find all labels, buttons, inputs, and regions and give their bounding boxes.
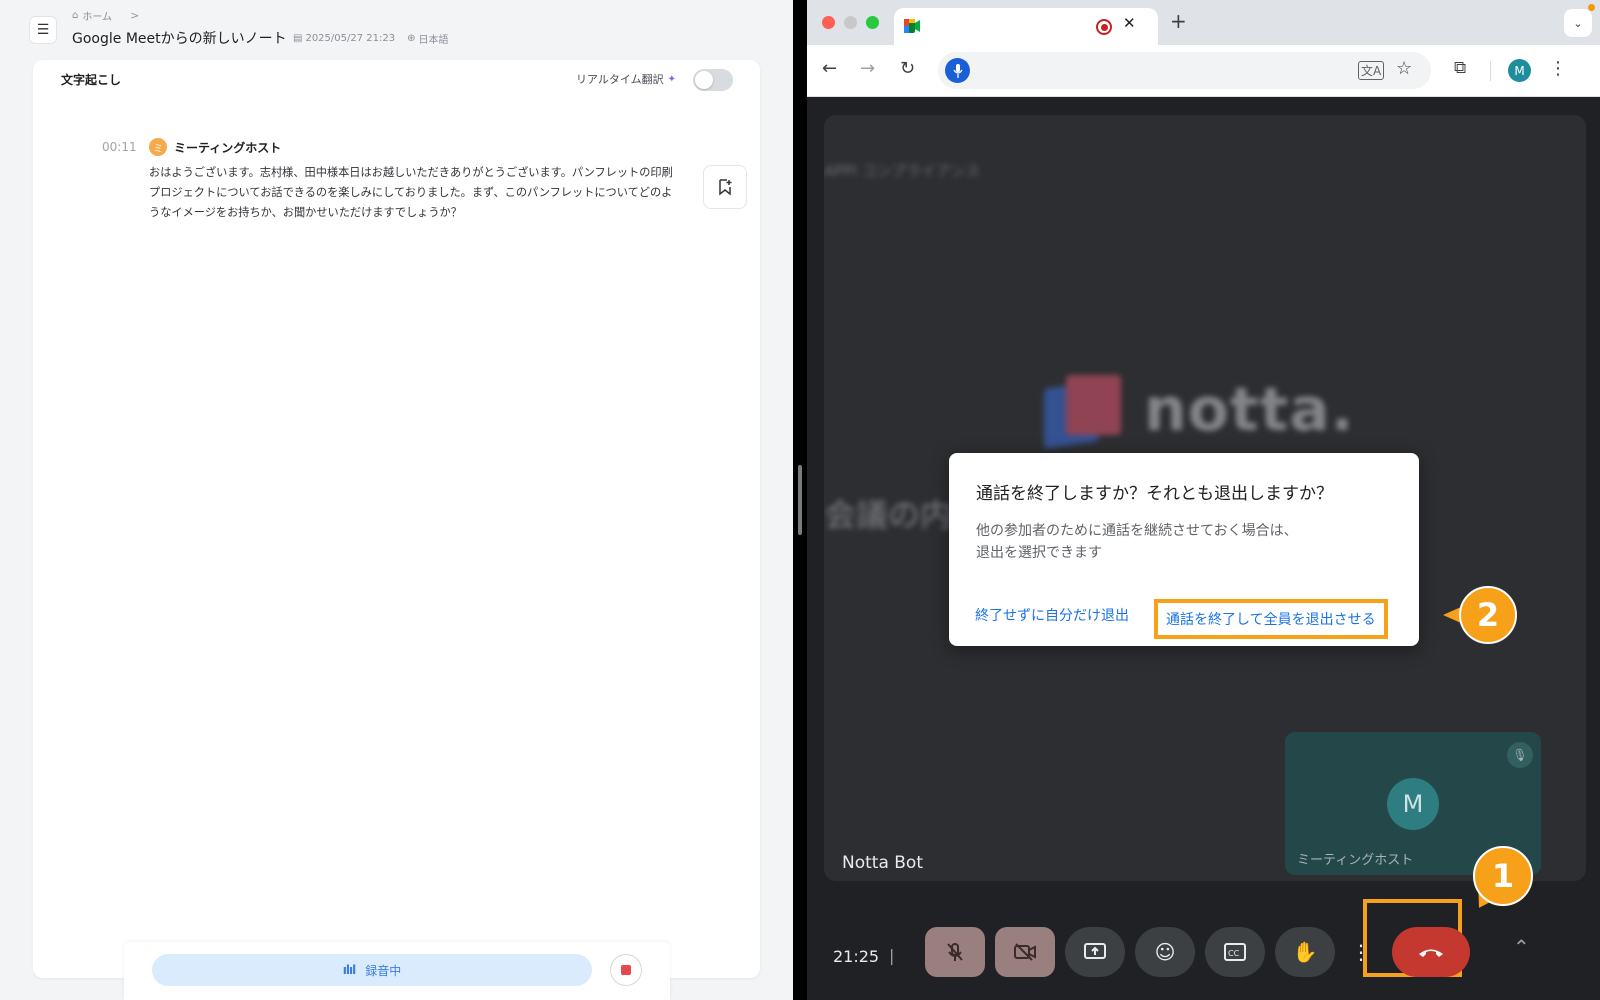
toggle-knob: [695, 71, 713, 89]
recording-status-pill[interactable]: ılıl 録音中: [152, 954, 592, 986]
home-icon: ⌂: [72, 10, 79, 21]
blurred-header-text: APPI コンプライアンス: [824, 162, 981, 180]
microphone-in-use-icon[interactable]: [945, 58, 970, 83]
browser-window: ✕ + ⌄ ← → ↻ 文A ☆ ⧉ M ⋮ APPI コンプライアンス not…: [807, 0, 1600, 1000]
meeting-clock: 21:25: [833, 947, 880, 966]
note-date-text: 2025/05/27 21:23: [305, 33, 396, 44]
note-language-text: 日本語: [418, 35, 449, 46]
stop-recording-button[interactable]: [610, 954, 642, 986]
chevron-down-icon: ⌄: [1573, 16, 1583, 30]
browser-toolbar: ← → ↻ 文A ☆ ⧉ M ⋮: [807, 45, 1600, 97]
notta-app: ☰ ⌂ ホーム > Google Meetからの新しいノート ▤ 2025/05/…: [0, 0, 793, 1000]
microphone-toggle-button[interactable]: [925, 927, 985, 977]
realtime-translate-label: リアルタイム翻訳 ✦: [576, 71, 676, 87]
end-call-for-all-button[interactable]: 通話を終了して全員を退出させる: [1154, 599, 1388, 639]
self-avatar: M: [1387, 778, 1439, 830]
transcript-card: 文字起こし リアルタイム翻訳 ✦ 00:11 ミ ミーティングホスト おはようご…: [33, 60, 760, 978]
hamburger-icon: ☰: [36, 22, 50, 38]
svg-text:CC: CC: [1228, 949, 1240, 958]
present-to-all-icon: [1084, 943, 1106, 959]
page-title[interactable]: Google Meetからの新しいノート: [72, 28, 287, 48]
presenter-name: Notta Bot: [842, 853, 923, 873]
breadcrumb-chevron-icon: >: [130, 9, 140, 22]
entry-timestamp[interactable]: 00:11: [102, 140, 137, 154]
end-call-dialog: 通話を終了しますか？それとも退出しますか？ 他の参加者のために通話を継続させてお…: [949, 453, 1419, 646]
speaker-name[interactable]: ミーティングホスト: [174, 139, 281, 156]
window-zoom-button[interactable]: [866, 16, 879, 29]
note-language[interactable]: ⊕ 日本語: [407, 31, 448, 46]
call-end-icon: [1419, 949, 1443, 957]
note-meta: ▤ 2025/05/27 21:23 ⊕ 日本語: [293, 31, 448, 46]
split-divider: [793, 0, 807, 1000]
globe-icon: ⊕: [407, 33, 416, 44]
dialog-body: 他の参加者のために通話を継続させておく場合は、 退出を選択できます: [976, 520, 1376, 564]
present-screen-button[interactable]: [1065, 927, 1125, 977]
window-close-button[interactable]: [822, 16, 835, 29]
waveform-icon: ılıl: [342, 963, 356, 977]
google-meet-icon: [904, 19, 920, 33]
bookmark-button[interactable]: [703, 165, 747, 209]
transcript-heading: 文字起こし: [61, 73, 122, 87]
tab-strip: ✕ + ⌄: [807, 0, 1600, 45]
tab-google-meet[interactable]: ✕: [894, 8, 1158, 45]
meet-control-bar: 21:25 | ☺ CC ✋ ⋮ ⌃: [807, 899, 1600, 1000]
recording-bar: ılıl 録音中: [124, 942, 670, 1000]
translate-icon[interactable]: 文A: [1358, 61, 1385, 80]
mic-off-icon: 🎙: [1507, 742, 1533, 768]
notta-wordmark: notta.: [1144, 375, 1355, 445]
recording-indicator-icon: [1096, 19, 1112, 35]
more-vert-icon[interactable]: ⋮: [1549, 58, 1567, 79]
note-date: ▤ 2025/05/27 21:23: [293, 31, 395, 46]
tab-close-icon[interactable]: ✕: [1123, 14, 1136, 32]
transcript-text[interactable]: おはようございます。志村様、田中様本日はお越しいただきありがとうございます。パン…: [149, 163, 679, 223]
clock-separator: |: [889, 946, 895, 965]
sparkle-icon: ✦: [667, 73, 677, 85]
hand-icon: ✋: [1292, 940, 1318, 964]
stop-icon: [621, 965, 631, 975]
speaker-avatar: ミ: [149, 138, 167, 156]
dialog-body-line-2: 退出を選択できます: [976, 545, 1102, 561]
profile-avatar[interactable]: M: [1508, 59, 1531, 82]
toolbar-separator: [1490, 61, 1491, 81]
mic-icon: [952, 63, 963, 78]
new-tab-button[interactable]: +: [1170, 9, 1187, 33]
emoji-icon: ☺: [1154, 940, 1176, 964]
menu-button[interactable]: ☰: [29, 16, 57, 44]
tab-search-button[interactable]: ⌄: [1564, 9, 1592, 37]
split-resize-handle[interactable]: [798, 465, 802, 535]
realtime-translate-text: リアルタイム翻訳: [576, 73, 664, 86]
dialog-title: 通話を終了しますか？それとも退出しますか？: [976, 484, 1333, 504]
reload-icon[interactable]: ↻: [900, 58, 915, 79]
bookmark-add-icon: [719, 179, 732, 196]
notta-logo: notta.: [1044, 375, 1355, 449]
window-minimize-button[interactable]: [844, 16, 857, 29]
raise-hand-button[interactable]: ✋: [1275, 927, 1335, 977]
address-bar[interactable]: 文A ☆: [938, 52, 1431, 89]
update-indicator-icon: [1588, 4, 1595, 11]
videocam-off-icon: [1014, 943, 1036, 961]
chevron-up-icon[interactable]: ⌃: [1513, 935, 1530, 959]
calendar-icon: ▤: [293, 33, 303, 44]
step-2-badge: 2: [1459, 586, 1517, 644]
breadcrumb: ⌂ ホーム >: [72, 8, 139, 23]
step-1-badge: 1: [1473, 846, 1533, 906]
bookmark-star-icon[interactable]: ☆: [1396, 58, 1412, 79]
mic-off-icon: [947, 943, 963, 961]
back-arrow-icon[interactable]: ←: [822, 58, 837, 79]
recording-label: 録音中: [365, 963, 402, 978]
forward-arrow-icon[interactable]: →: [860, 58, 875, 79]
captions-button[interactable]: CC: [1205, 927, 1265, 977]
notta-logo-mark: [1044, 375, 1124, 449]
leave-call-button[interactable]: 終了せずに自分だけ退出: [967, 597, 1137, 633]
dialog-body-line-1: 他の参加者のために通話を継続させておく場合は、: [976, 523, 1298, 539]
self-tile-name: ミーティングホスト: [1297, 853, 1414, 868]
extensions-icon[interactable]: ⧉: [1454, 58, 1466, 78]
leave-call-button[interactable]: [1392, 927, 1470, 977]
closed-caption-icon: CC: [1224, 943, 1246, 961]
reactions-button[interactable]: ☺: [1135, 927, 1195, 977]
breadcrumb-home-link[interactable]: ホーム: [82, 8, 112, 23]
camera-toggle-button[interactable]: [995, 927, 1055, 977]
realtime-translate-toggle[interactable]: [693, 69, 733, 91]
